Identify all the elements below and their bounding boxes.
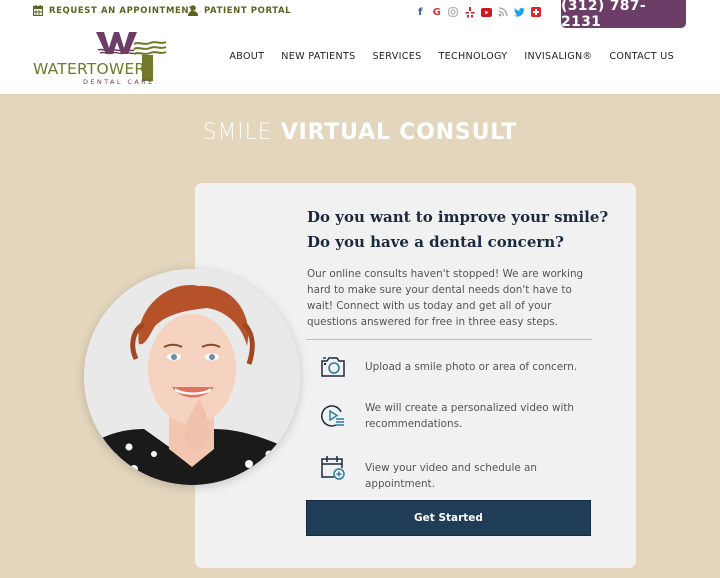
- main-nav: ABOUT NEW PATIENTS SERVICES TECHNOLOGY I…: [212, 51, 674, 62]
- page-title: SMILE VIRTUAL CONSULT: [0, 120, 720, 145]
- nav-contact-us[interactable]: CONTACT US: [609, 51, 674, 62]
- nav-technology[interactable]: TECHNOLOGY: [438, 51, 507, 62]
- twitter-icon[interactable]: [511, 5, 528, 19]
- request-appointment-label: REQUEST AN APPOINTMENT: [49, 5, 196, 16]
- rss-icon[interactable]: [495, 5, 512, 19]
- nav-services[interactable]: SERVICES: [373, 51, 422, 62]
- step-video: We will create a personalized video with…: [320, 402, 574, 430]
- question-smile: Do you want to improve your smile?: [307, 208, 609, 226]
- patient-portal-label: PATIENT PORTAL: [204, 5, 292, 16]
- camera-icon: [321, 357, 345, 377]
- social-links: f G: [412, 5, 544, 19]
- step-schedule-text: View your video and schedule an appointm…: [365, 462, 537, 490]
- google-icon[interactable]: G: [429, 5, 446, 19]
- hero-photo: [84, 269, 300, 485]
- logo-name: WATERTOWER: [33, 60, 146, 78]
- facebook-icon[interactable]: f: [412, 5, 429, 19]
- user-icon: [188, 5, 198, 16]
- get-started-button[interactable]: Get Started: [306, 500, 591, 536]
- instagram-icon[interactable]: [445, 5, 462, 19]
- calendar-icon: [33, 5, 43, 16]
- step-video-text: We will create a personalized video with…: [365, 402, 575, 430]
- intro-text: Our online consults haven't stopped! We …: [307, 268, 584, 328]
- logo-subtitle: DENTAL CARE: [83, 78, 155, 86]
- question-concern: Do you have a dental concern?: [307, 233, 564, 251]
- calendar-add-icon: [321, 456, 345, 480]
- woman-portrait-image: [84, 269, 300, 485]
- divider: [306, 339, 592, 340]
- youtube-icon[interactable]: [478, 5, 495, 19]
- nav-about[interactable]: ABOUT: [229, 51, 264, 62]
- video-list-icon: [321, 405, 344, 427]
- phone-button[interactable]: (312) 787-2131: [561, 0, 686, 30]
- request-appointment-link[interactable]: REQUEST AN APPOINTMENT: [33, 5, 196, 16]
- nav-new-patients[interactable]: NEW PATIENTS: [281, 51, 355, 62]
- logo[interactable]: WATERTOWER DENTAL CARE: [32, 30, 168, 86]
- healthgrades-icon[interactable]: [528, 5, 545, 19]
- step-upload-text: Upload a smile photo or area of concern.: [365, 361, 578, 373]
- step-upload: Upload a smile photo or area of concern.: [320, 354, 577, 380]
- nav-invisalign[interactable]: INVISALIGN®: [524, 51, 592, 62]
- step-schedule: View your video and schedule an appointm…: [320, 455, 537, 490]
- patient-portal-link[interactable]: PATIENT PORTAL: [188, 5, 291, 16]
- title-light: SMILE: [202, 120, 273, 145]
- title-bold: VIRTUAL CONSULT: [280, 120, 518, 145]
- yelp-icon[interactable]: [462, 5, 479, 19]
- site-header: REQUEST AN APPOINTMENT PATIENT PORTAL f …: [0, 0, 720, 94]
